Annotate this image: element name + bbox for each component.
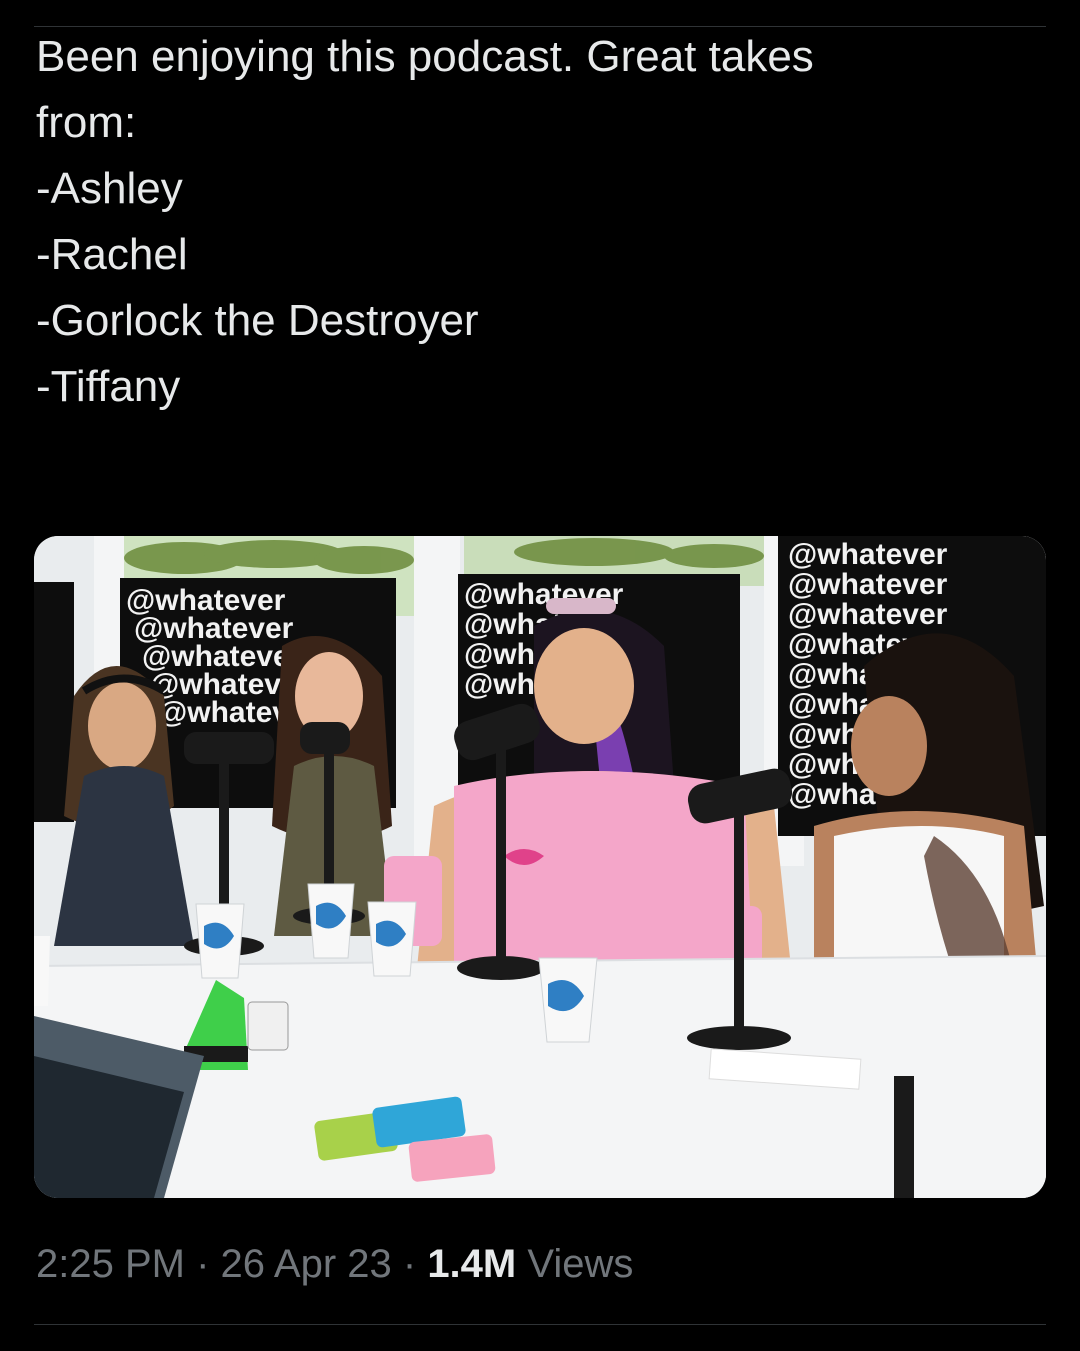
meta-separator: ·	[184, 1242, 221, 1286]
tweet-line: -Ashley	[36, 164, 183, 213]
meta-separator: ·	[391, 1242, 428, 1286]
backdrop-text: @whatever	[788, 598, 948, 631]
backdrop-text: @whatever	[788, 538, 948, 571]
backdrop-text: @whatever	[788, 568, 948, 601]
tweet-meta: 2:25 PM · 26 Apr 23 · 1.4M Views	[36, 1240, 633, 1288]
tweet-line: -Gorlock the Destroyer	[36, 296, 479, 345]
views-label: Views	[527, 1242, 634, 1286]
tweet-date[interactable]: 26 Apr 23	[221, 1242, 392, 1286]
tweet-time[interactable]: 2:25 PM	[36, 1242, 185, 1286]
tweet-text: Been enjoying this podcast. Great takes …	[36, 24, 1036, 420]
tweet-line: from:	[36, 98, 137, 147]
bottom-divider	[34, 1324, 1046, 1325]
tweet-line: -Rachel	[36, 230, 188, 279]
tweet-detail-page: Been enjoying this podcast. Great takes …	[0, 0, 1080, 1351]
views-count[interactable]: 1.4M	[427, 1242, 516, 1286]
tweet-line: -Tiffany	[36, 362, 181, 411]
tweet-media-photo[interactable]: @whatever @whatever @whatever @whatever …	[34, 536, 1046, 1198]
podcast-photo: @whatever @whatever @whatever @whatever …	[34, 536, 1046, 1198]
tweet-line: Been enjoying this podcast. Great takes	[36, 32, 814, 81]
